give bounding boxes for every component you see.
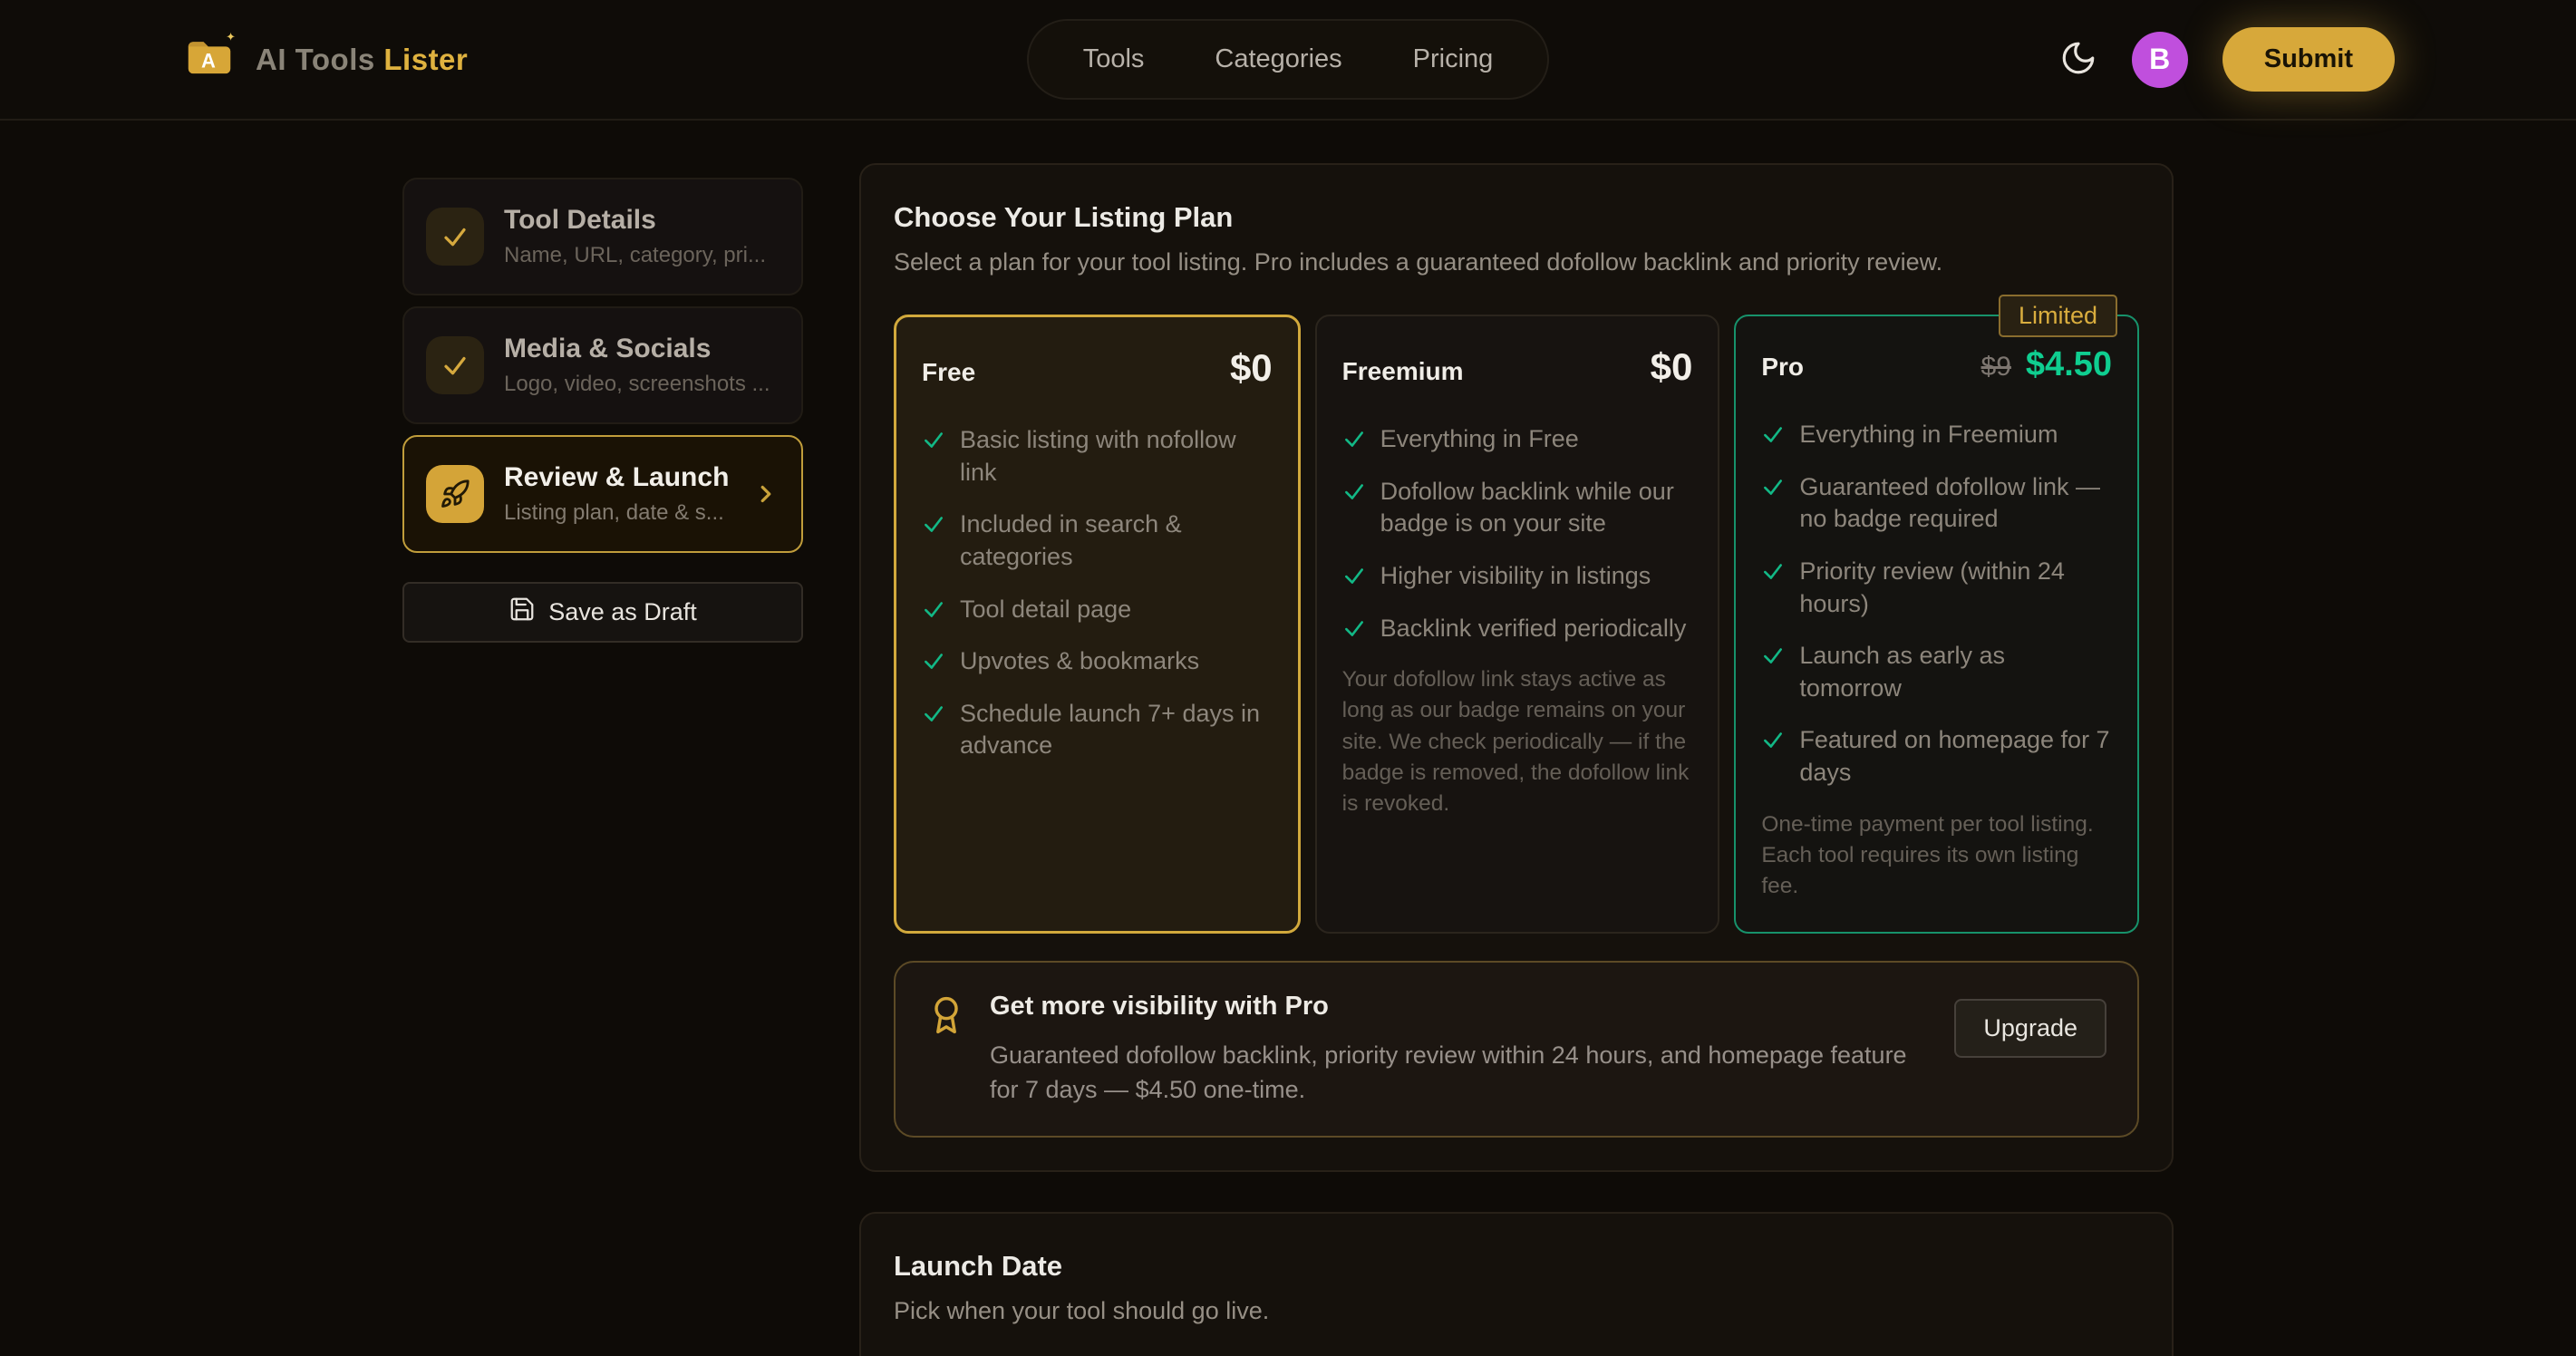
plan-price-old: $9 [1981, 352, 2011, 383]
step-subtitle: Logo, video, screenshots ... [504, 372, 770, 397]
sidebar-item-review-launch[interactable]: Review & Launch Listing plan, date & s..… [402, 435, 803, 553]
check-icon [1761, 728, 1785, 751]
sidebar-item-media-socials[interactable]: Media & Socials Logo, video, screenshots… [402, 306, 803, 424]
plan-price: $0 [1651, 345, 1693, 389]
svg-text:✦: ✦ [226, 31, 236, 44]
plan-feature: Higher visibility in listings [1342, 560, 1693, 593]
check-icon [1342, 479, 1366, 503]
check-icon [426, 336, 484, 394]
folder-logo-icon: A ✦ [181, 29, 237, 90]
step-title: Media & Socials [504, 334, 770, 364]
check-icon [1761, 422, 1785, 446]
check-icon [426, 208, 484, 266]
sidebar-item-tool-details[interactable]: Tool Details Name, URL, category, pri... [402, 178, 803, 295]
plan-card-free[interactable]: Free $0 Basic listing with nofollow link… [894, 315, 1301, 934]
save-as-draft-button[interactable]: Save as Draft [402, 582, 803, 643]
submit-button[interactable]: Submit [2223, 27, 2395, 92]
plan-feature: Tool detail page [922, 594, 1273, 626]
step-subtitle: Listing plan, date & s... [504, 500, 729, 526]
check-icon [922, 428, 945, 451]
upgrade-button[interactable]: Upgrade [1954, 999, 2106, 1058]
check-icon [1342, 427, 1366, 450]
check-icon [1342, 616, 1366, 640]
check-icon [1761, 475, 1785, 499]
brand-name: AI Tools Lister [256, 43, 468, 77]
user-avatar[interactable]: B [2132, 32, 2188, 88]
pro-upsell-banner: Get more visibility with Pro Guaranteed … [894, 961, 2139, 1138]
save-icon [508, 596, 536, 629]
plan-feature: Guaranteed dofollow link — no badge requ… [1761, 471, 2112, 536]
check-icon [922, 512, 945, 536]
check-icon [922, 702, 945, 725]
plan-note: One-time payment per tool listing. Each … [1761, 809, 2112, 903]
plan-feature: Featured on homepage for 7 days [1761, 724, 2112, 789]
save-as-draft-label: Save as Draft [548, 598, 697, 626]
moon-icon [2059, 39, 2097, 80]
plan-name: Freemium [1342, 357, 1464, 386]
plan-card-freemium[interactable]: Freemium $0 Everything in Free Dofollow … [1315, 315, 1720, 934]
step-title: Review & Launch [504, 462, 729, 493]
plan-feature: Upvotes & bookmarks [922, 645, 1273, 678]
plan-feature: Launch as early as tomorrow [1761, 640, 2112, 704]
plan-feature: Included in search & categories [922, 508, 1273, 573]
check-icon [1761, 644, 1785, 667]
award-icon [926, 995, 966, 1040]
rocket-icon [426, 465, 484, 523]
plan-card-pro[interactable]: Limited Pro $9 $4.50 Everything in Freem… [1734, 315, 2139, 934]
listing-plan-panel: Choose Your Listing Plan Select a plan f… [859, 163, 2174, 1172]
check-icon [1342, 564, 1366, 587]
upsell-title: Get more visibility with Pro [990, 992, 1931, 1022]
svg-text:A: A [201, 50, 216, 73]
step-subtitle: Name, URL, category, pri... [504, 243, 766, 268]
brand-logo[interactable]: A ✦ AI Tools Lister [181, 29, 468, 90]
check-icon [922, 649, 945, 673]
launch-section-subtitle: Pick when your tool should go live. [894, 1297, 2139, 1325]
plan-feature: Schedule launch 7+ days in advance [922, 698, 1273, 762]
plan-name: Pro [1761, 353, 1804, 382]
plan-feature: Backlink verified periodically [1342, 613, 1693, 645]
app-header: A ✦ AI Tools Lister Tools Categories Pri… [0, 0, 2576, 121]
nav-item-tools[interactable]: Tools [1052, 32, 1176, 87]
plan-section-subtitle: Select a plan for your tool listing. Pro… [894, 248, 2139, 276]
nav-item-categories[interactable]: Categories [1184, 32, 1372, 87]
plan-name: Free [922, 358, 975, 387]
limited-badge: Limited [1999, 295, 2117, 337]
plan-feature: Basic listing with nofollow link [922, 424, 1273, 489]
upsell-description: Guaranteed dofollow backlink, priority r… [990, 1038, 1931, 1108]
plan-feature: Priority review (within 24 hours) [1761, 556, 2112, 620]
check-icon [1761, 559, 1785, 583]
step-title: Tool Details [504, 205, 766, 236]
plan-price: $4.50 [2026, 345, 2112, 384]
theme-toggle-button[interactable] [2059, 39, 2097, 80]
plan-feature: Everything in Freemium [1761, 419, 2112, 451]
main-nav: Tools Categories Pricing [1027, 19, 1550, 100]
launch-section-title: Launch Date [894, 1250, 2139, 1283]
check-icon [922, 597, 945, 621]
plan-feature: Everything in Free [1342, 423, 1693, 456]
plan-section-title: Choose Your Listing Plan [894, 201, 2139, 234]
plan-price: $0 [1230, 346, 1273, 390]
launch-date-panel: Launch Date Pick when your tool should g… [859, 1212, 2174, 1356]
plan-note: Your dofollow link stays active as long … [1342, 664, 1693, 819]
nav-item-pricing[interactable]: Pricing [1382, 32, 1525, 87]
plan-feature: Dofollow backlink while our badge is on … [1342, 476, 1693, 540]
steps-sidebar: Tool Details Name, URL, category, pri...… [402, 163, 803, 643]
chevron-right-icon [752, 480, 780, 508]
